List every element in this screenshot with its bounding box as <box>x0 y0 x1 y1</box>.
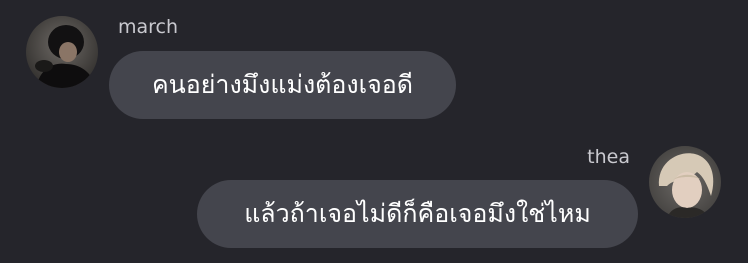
person-dark-photo-icon <box>26 16 98 88</box>
sender-name: thea <box>587 146 630 168</box>
message-bubble[interactable]: แล้วถ้าเจอไม่ดีก็คือเจอมึงใช่ไหม <box>197 180 638 248</box>
chat-thread: march คนอย่างมึงแม่งต้องเจอดี thea แล้วถ… <box>0 0 748 263</box>
message-bubble[interactable]: คนอย่างมึงแม่งต้องเจอดี <box>109 51 456 119</box>
sender-name: march <box>118 16 179 38</box>
message-text: คนอย่างมึงแม่งต้องเจอดี <box>151 70 414 99</box>
message-text: แล้วถ้าเจอไม่ดีก็คือเจอมึงใช่ไหม <box>244 199 591 228</box>
march-avatar[interactable] <box>26 16 98 88</box>
person-blond-photo-icon <box>649 146 721 218</box>
thea-avatar[interactable] <box>649 146 721 218</box>
